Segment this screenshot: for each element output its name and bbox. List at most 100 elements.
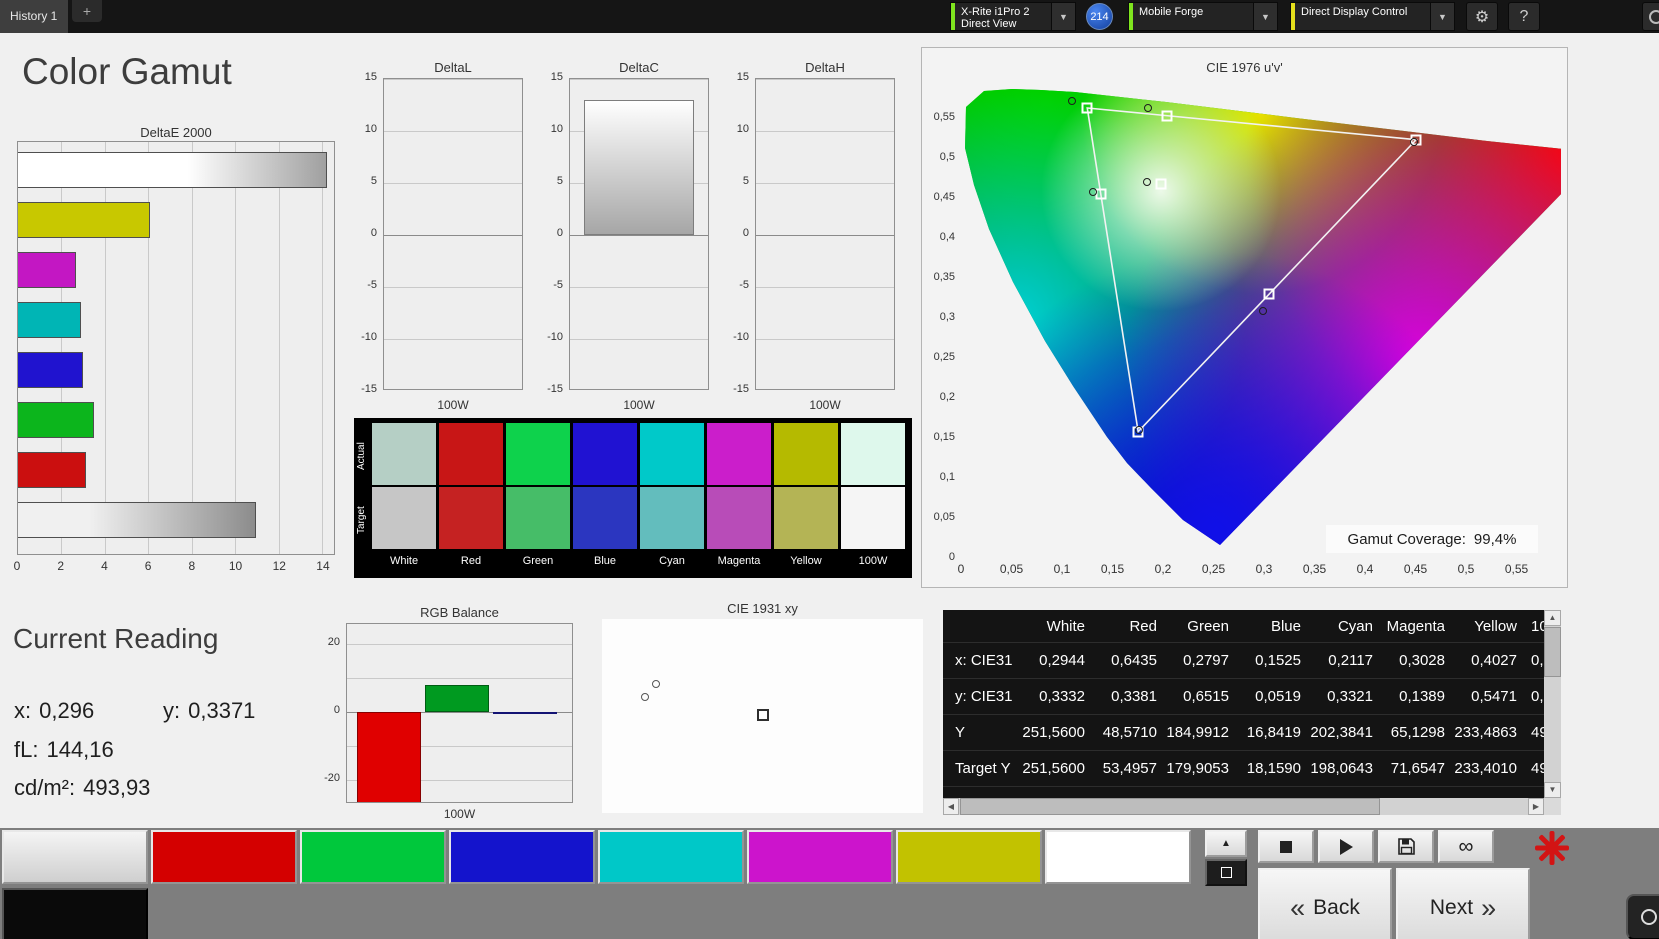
patch-button-cyan[interactable] (598, 830, 744, 884)
actual-swatch (774, 423, 838, 485)
gridline (756, 183, 894, 184)
bottom-control-strip: ▲ ∞ « Back Next » (0, 828, 1659, 939)
loop-button[interactable]: ∞ (1438, 830, 1494, 863)
display-control-dropdown[interactable]: Direct Display Control ▼ (1290, 2, 1455, 31)
scroll-right-icon[interactable]: ▶ (1528, 798, 1544, 815)
help-button[interactable]: ? (1508, 2, 1540, 31)
table-row: dE200010,93673,11393,49343,00692,91252,6… (943, 787, 1544, 798)
horizontal-scrollbar[interactable]: ◀ ▶ (943, 798, 1544, 815)
axis-tick-label: 0,25 (933, 351, 955, 363)
gridline (347, 644, 572, 646)
meter-dropdown[interactable]: X-Rite i1Pro 2 Direct View ▼ (950, 2, 1076, 31)
scroll-up-icon[interactable]: ▲ (1544, 610, 1561, 626)
top-bar: History 1 + X-Rite i1Pro 2 Direct View ▼… (0, 0, 1659, 33)
row-label: y: CIE31 (955, 688, 1013, 705)
patch-button-red[interactable] (151, 830, 297, 884)
actual-swatch (506, 423, 570, 485)
gridline (191, 142, 193, 554)
swatch-column-green: Green (506, 423, 570, 575)
chart-title: CIE 1931 xy (727, 601, 798, 616)
patch-button-yellow[interactable] (896, 830, 1042, 884)
patch-button-blue[interactable] (449, 830, 595, 884)
axis-tick-label: 0,3 (1255, 562, 1273, 576)
pattern-window-button[interactable] (1205, 859, 1247, 886)
corner-control-button[interactable] (1626, 894, 1659, 939)
table-cell: 2,9125 (1307, 787, 1379, 798)
axis-tick-label: 0,15 (933, 431, 955, 443)
column-header-white: White (1046, 618, 1085, 635)
meter-dropdown-text: X-Rite i1Pro 2 Direct View (955, 3, 1051, 30)
axis-tick-label: 0,55 (933, 111, 955, 123)
target-swatch (707, 487, 771, 549)
chart-title: RGB Balance (420, 605, 499, 620)
target-swatch (439, 487, 503, 549)
save-button[interactable] (1378, 830, 1434, 863)
reading-x-label: x: (14, 698, 32, 723)
deltae-plot (17, 141, 335, 555)
axis-tick-label: 14 (316, 559, 330, 573)
add-tab-button[interactable]: + (72, 0, 102, 22)
marker-measured (641, 692, 650, 701)
stop-button[interactable] (1258, 830, 1314, 863)
reading-cdm2-label: cd/m²: (14, 775, 76, 800)
axis-tick-label: 0,5 (1457, 562, 1475, 576)
window-control-button[interactable] (1642, 2, 1659, 31)
axis-tick-label: -10 (733, 331, 749, 343)
gridline (756, 131, 894, 132)
tab-history-1[interactable]: History 1 (0, 0, 68, 33)
axis-tick-label: 0 (556, 227, 563, 239)
axis-tick-label: 0,1 (939, 471, 955, 483)
table-cell: 0,1389 (1399, 688, 1445, 705)
table-cell: 48,5710 (1102, 724, 1157, 741)
pattern-source-dropdown[interactable]: Mobile Forge ▼ (1128, 2, 1278, 31)
axis-tick-label: 5 (556, 175, 563, 187)
x-axis-label: 100W (437, 398, 469, 412)
chevron-down-icon[interactable]: ▼ (1430, 3, 1454, 30)
patch-button-magenta[interactable] (747, 830, 893, 884)
axis-tick-label: 0,2 (939, 391, 955, 403)
patch-button-black[interactable] (2, 888, 148, 939)
patch-button-green[interactable] (300, 830, 446, 884)
back-chevron-icon: « (1290, 892, 1306, 923)
cie-1976-panel: CIE 1976 u'v' 0 0,05 0,1 0,15 0,2 0,25 0,3 0,35… (921, 47, 1568, 588)
chevron-down-icon[interactable]: ▼ (1051, 3, 1075, 30)
marker-cyan-target (1095, 188, 1107, 200)
scroll-left-icon[interactable]: ◀ (943, 798, 959, 815)
vertical-scrollbar[interactable]: ▲ ▼ (1544, 610, 1561, 798)
row-label: Y (955, 724, 966, 741)
axis-tick-label: -10 (361, 331, 377, 343)
horizontal-scroll-thumb[interactable] (960, 798, 1380, 815)
actual-swatch (439, 423, 503, 485)
patch-row (2, 830, 1191, 884)
deltaL-plot (383, 78, 523, 390)
table-cell: 233,4863 (1454, 724, 1517, 741)
play-button[interactable] (1318, 830, 1374, 863)
patch-button-gray[interactable] (2, 830, 148, 884)
circle-icon (1649, 9, 1659, 24)
next-button[interactable]: Next » (1396, 868, 1530, 939)
cie-1931-plot (602, 619, 923, 813)
axis-tick-label: 15 (364, 71, 377, 83)
reading-x: x: 0,296 (14, 698, 94, 724)
axis-tick-label: 0 (370, 227, 377, 239)
help-icon: ? (1519, 7, 1529, 25)
column-header-cyan: Cyan (1337, 618, 1373, 635)
chevron-down-icon[interactable]: ▼ (1253, 3, 1277, 30)
back-button[interactable]: « Back (1258, 868, 1392, 939)
swatch-label: Cyan (659, 555, 685, 567)
axis-tick-label: -15 (733, 383, 749, 395)
infinity-icon: ∞ (1458, 834, 1474, 858)
table-row: Y 251,5600 48,5710 184,9912 16,8419 202,3841 6… (943, 715, 1544, 751)
marker-target (756, 709, 769, 722)
axis-tick-label: -15 (547, 383, 563, 395)
gridline (384, 79, 522, 80)
target-swatch (841, 487, 905, 549)
scroll-down-icon[interactable]: ▼ (1544, 782, 1561, 798)
settings-button[interactable]: ⚙ (1466, 2, 1498, 31)
patch-button-white[interactable] (1045, 830, 1191, 884)
collapse-panel-button[interactable]: ▲ (1205, 830, 1247, 857)
chart-title: CIE 1976 u'v' (1206, 60, 1283, 75)
axis-tick-label: 0,35 (933, 271, 955, 283)
vertical-scroll-thumb[interactable] (1544, 627, 1561, 677)
table-cell: 71,6547 (1390, 760, 1445, 777)
